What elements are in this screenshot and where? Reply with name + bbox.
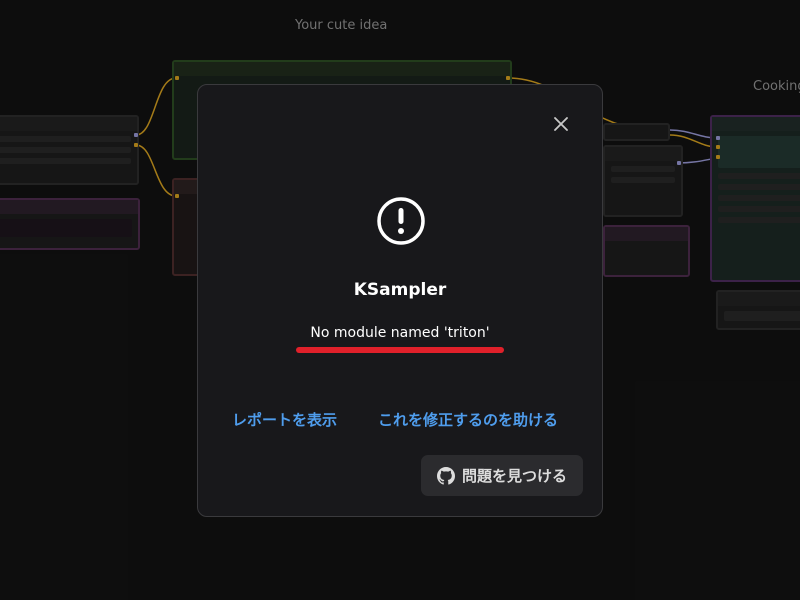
dialog-title: KSampler [353, 280, 447, 300]
find-issues-label: 問題を見つける [461, 467, 567, 485]
show-report-link[interactable]: レポートを表示 [232, 409, 337, 430]
exclamation-circle-icon [376, 196, 426, 250]
close-button[interactable] [550, 113, 572, 135]
error-highlight-underline [296, 347, 504, 353]
find-issues-button[interactable]: 問題を見つける [421, 455, 583, 496]
error-message: No module named 'triton' [310, 325, 490, 341]
help-fix-link[interactable]: これを修正するのを助ける [378, 409, 558, 430]
error-dialog: KSampler No module named 'triton' レポートを表… [197, 84, 603, 517]
close-icon [554, 117, 568, 131]
github-icon [436, 466, 455, 485]
